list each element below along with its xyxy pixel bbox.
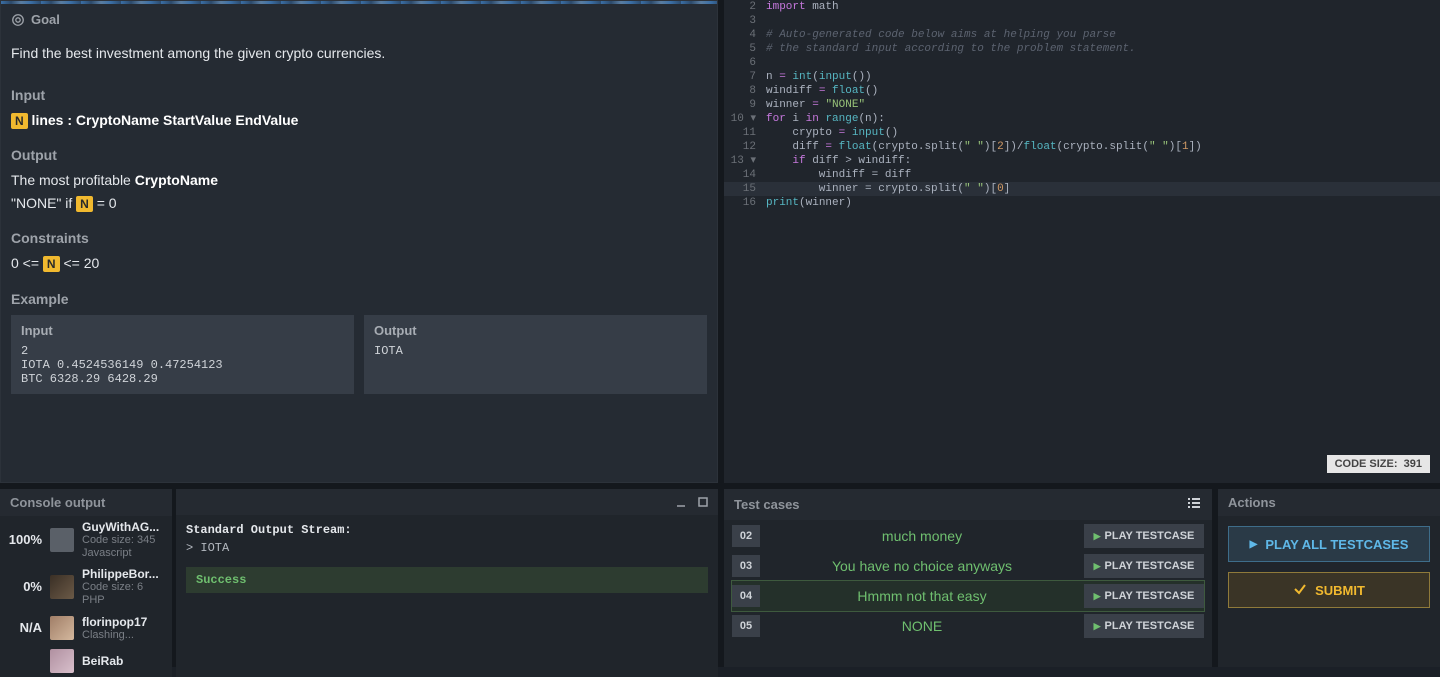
line-gutter: 23456789 10 ▾111213 ▾141516 (724, 0, 760, 483)
goal-text: Find the best investment among the given… (1, 35, 717, 71)
goal-header: Goal (1, 4, 717, 35)
constraints-text: 0 <= N <= 20 (1, 246, 717, 274)
leaderboard-row[interactable]: BeiRab (0, 645, 172, 677)
play-icon: ▶ (1094, 591, 1101, 602)
example-input-box: Input 2 IOTA 0.4524536149 0.47254123 BTC… (11, 315, 354, 394)
input-description: N lines : CryptoName StartValue EndValue (1, 103, 717, 131)
input-label: Input (1, 87, 717, 103)
testcase-row: 04 Hmmm not that easy ▶PLAY TESTCASE (732, 581, 1204, 611)
testcase-row: 03 You have no choice anyways ▶PLAY TESTCA… (732, 554, 1204, 578)
play-testcase-button[interactable]: ▶PLAY TESTCASE (1084, 614, 1204, 638)
output-label: Output (1, 147, 717, 163)
play-testcase-button[interactable]: ▶PLAY TESTCASE (1084, 554, 1204, 578)
play-all-button[interactable]: ▶ PLAY ALL TESTCASES (1228, 526, 1430, 562)
problem-panel: Goal Find the best investment among the … (0, 0, 718, 483)
example-output-box: Output IOTA (364, 315, 707, 394)
testcase-number: 04 (732, 585, 760, 607)
leaderboard-row[interactable]: 0%PhilippeBor...Code size: 6PHP (0, 563, 172, 610)
console-output-header: Console output (0, 489, 172, 516)
testcase-number: 05 (732, 615, 760, 637)
constraints-label: Constraints (1, 230, 717, 246)
leaderboard-row[interactable]: 100%GuyWithAG...Code size: 345Javascript (0, 516, 172, 563)
testcase-number: 02 (732, 525, 760, 547)
console-output-panel: Standard Output Stream: > IOTA Success (176, 489, 718, 677)
testcase-row: 02 much money ▶PLAY TESTCASE (732, 524, 1204, 548)
list-view-icon[interactable] (1186, 495, 1202, 514)
output-description: The most profitable CryptoName "NONE" if… (1, 163, 717, 214)
avatar (50, 649, 74, 673)
example-input-text: 2 IOTA 0.4524536149 0.47254123 BTC 6328.… (21, 344, 344, 386)
testcase-name: Hmmm not that easy (770, 588, 1074, 604)
leaderboard-score: 100% (8, 532, 42, 547)
example-output-text: IOTA (374, 344, 697, 358)
code-editor[interactable]: 23456789 10 ▾111213 ▾141516 import math … (724, 0, 1440, 483)
testcase-name: much money (770, 528, 1074, 544)
check-icon (1293, 582, 1307, 599)
testcase-number: 03 (732, 555, 760, 577)
maximize-icon[interactable] (696, 495, 710, 509)
success-message: Success (186, 567, 708, 593)
actions-panel: Actions ▶ PLAY ALL TESTCASES SUBMIT (1218, 489, 1440, 667)
avatar (50, 528, 74, 552)
play-icon: ▶ (1250, 539, 1258, 550)
stdout-line: > IOTA (186, 541, 708, 555)
leaderboard-score: N/A (8, 620, 42, 635)
code-area[interactable]: import math # Auto-generated code below … (760, 0, 1440, 483)
play-icon: ▶ (1094, 561, 1101, 572)
target-icon (11, 13, 25, 27)
leaderboard-name: florinpop17 (82, 615, 164, 629)
leaderboard-row[interactable]: N/Aflorinpop17Clashing... (0, 611, 172, 646)
leaderboard-panel: Console output 100%GuyWithAG...Code size… (0, 489, 172, 677)
testcase-row: 05 NONE ▶PLAY TESTCASE (732, 614, 1204, 638)
stdout-title: Standard Output Stream: (186, 523, 708, 537)
avatar (50, 616, 74, 640)
play-testcase-button[interactable]: ▶PLAY TESTCASE (1084, 584, 1204, 608)
testcases-label: Test cases (734, 497, 800, 512)
play-icon: ▶ (1094, 621, 1101, 632)
testcases-panel: Test cases 02 much money ▶PLAY TESTCASE 03 Y… (724, 489, 1212, 667)
play-testcase-button[interactable]: ▶PLAY TESTCASE (1084, 524, 1204, 548)
input-line-text: lines : CryptoName StartValue EndValue (28, 112, 299, 128)
submit-button[interactable]: SUBMIT (1228, 572, 1430, 608)
goal-label: Goal (31, 12, 60, 27)
leaderboard-score: 0% (8, 579, 42, 594)
avatar (50, 575, 74, 599)
leaderboard-name: BeiRab (82, 654, 164, 668)
code-size-badge: CODE SIZE: 391 (1327, 455, 1430, 473)
minimize-icon[interactable] (674, 495, 688, 509)
leaderboard-name: PhilippeBor... (82, 567, 164, 581)
leaderboard-name: GuyWithAG... (82, 520, 164, 534)
n-badge: N (11, 113, 28, 129)
testcase-name: NONE (770, 618, 1074, 634)
play-icon: ▶ (1094, 531, 1101, 542)
example-label: Example (1, 291, 717, 307)
actions-label: Actions (1218, 489, 1440, 516)
example-row: Input 2 IOTA 0.4524536149 0.47254123 BTC… (1, 307, 717, 404)
testcase-name: You have no choice anyways (770, 558, 1074, 574)
